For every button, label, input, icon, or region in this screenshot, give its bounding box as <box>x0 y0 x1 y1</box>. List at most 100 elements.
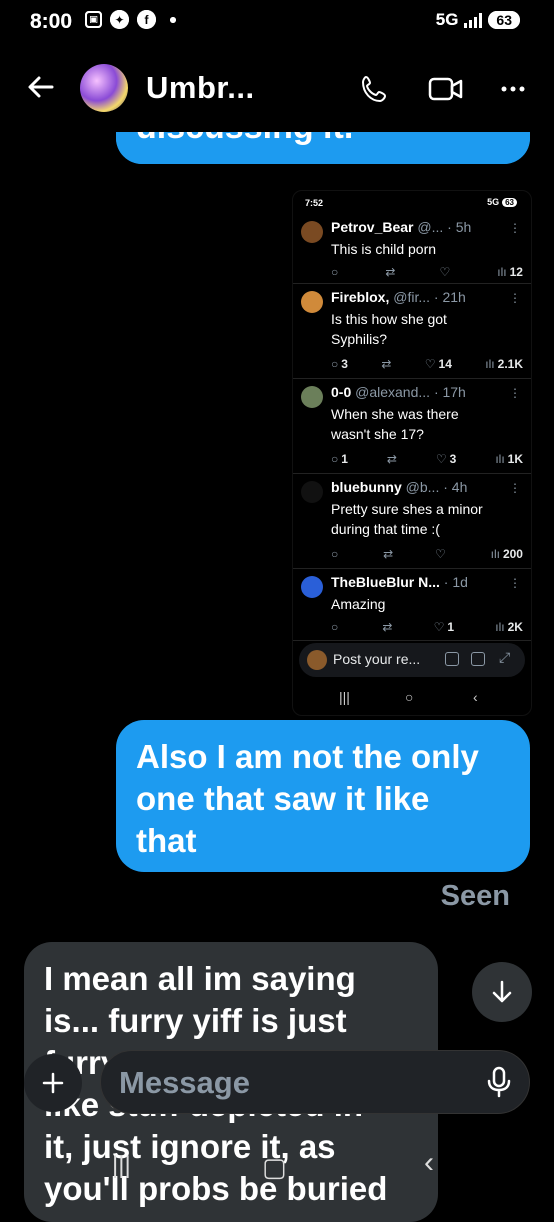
reply-text: This is child porn <box>331 241 437 257</box>
reply-text: Is this how she got Syphilis? <box>331 311 447 347</box>
reply-icon: ○ <box>331 620 339 634</box>
reply-text: Pretty sure shes a minor during that time… <box>331 501 483 537</box>
retweet-icon: ⇄ <box>386 452 397 466</box>
message-line: is... furry yiff is just <box>44 1002 347 1039</box>
header-layer: 8:00 ▣ ✦ f 5G 63 Umbr... <box>0 0 554 132</box>
reply-author: Fireblox, @fir... · 21h <box>331 289 466 305</box>
reply-actions: ○ ⇄ ♡ 1 ılı 2K <box>331 620 523 634</box>
views-icon: ılı 1K <box>495 452 523 466</box>
status-right: 5G 63 <box>436 10 520 30</box>
network-type: 5G <box>435 10 459 29</box>
like-icon: ♡ 1 <box>433 620 455 634</box>
reply-item: Fireblox, @fir... · 21h ⋮ Is this how sh… <box>293 283 531 379</box>
message-line: that <box>136 822 197 859</box>
reply-avatar <box>301 221 323 243</box>
views-icon: ılı 2.1K <box>485 357 523 371</box>
screenshot-status-bar: 7:52 5G 63 <box>293 191 531 213</box>
screenshot-notification-icon: ▣ <box>85 11 102 28</box>
more-options-icon[interactable] <box>498 74 528 104</box>
gif-icon <box>471 652 485 666</box>
like-icon: ♡ 3 <box>435 452 457 466</box>
retweet-icon: ⇄ <box>382 620 393 634</box>
back-icon: ‹ <box>473 689 478 705</box>
video-call-icon[interactable] <box>428 74 464 104</box>
views-icon: ılı 12 <box>497 265 523 279</box>
shared-screenshot-image[interactable]: 7:52 5G 63 Petrov_Bear @... · 5h ⋮ This … <box>292 190 532 716</box>
plus-icon <box>42 1072 64 1094</box>
message-placeholder: Message <box>119 1065 250 1100</box>
nav-back-icon[interactable]: ‹ <box>424 1146 434 1180</box>
signal-icon <box>464 12 483 28</box>
retweet-icon: ⇄ <box>381 357 392 371</box>
more-notifications-dot <box>170 16 176 23</box>
reply-more-icon: ⋮ <box>509 386 521 400</box>
retweet-icon: ⇄ <box>383 547 394 561</box>
facebook-notification-icon: f <box>137 10 156 29</box>
contact-avatar[interactable] <box>80 64 128 112</box>
recent-apps-icon[interactable]: ||| <box>112 1152 131 1180</box>
message-text: discussing it. <box>136 132 353 147</box>
reply-actions: ○ ⇄ ♡ ılı 200 <box>331 547 523 561</box>
battery-indicator: 63 <box>488 11 520 29</box>
system-navigation-bar: ||| ▢ ‹ <box>0 1140 554 1200</box>
screenshot-reply-composer: Post your re... ⤢ <box>299 643 525 677</box>
like-icon: ♡ <box>439 265 451 279</box>
reply-author: 0-0 @alexand... · 17h <box>331 384 466 400</box>
reply-actions: ○ 1 ⇄ ♡ 3 ılı 1K <box>331 452 523 466</box>
like-icon: ♡ 14 <box>424 357 452 371</box>
reply-avatar <box>301 481 323 503</box>
reply-item: bluebunny @b... · 4h ⋮ Pretty sure shes … <box>293 473 531 569</box>
reply-author: bluebunny @b... · 4h <box>331 479 468 495</box>
scroll-to-bottom-button[interactable] <box>472 962 532 1022</box>
message-input[interactable]: Message <box>100 1050 530 1114</box>
message-line: one that saw it like <box>136 780 430 817</box>
reply-avatar <box>301 386 323 408</box>
reply-item: 0-0 @alexand... · 17h ⋮ When she was the… <box>293 378 531 474</box>
status-bar-overlay: 8:00 ▣ ✦ f 5G 63 <box>0 0 554 44</box>
back-arrow-icon[interactable] <box>24 70 58 104</box>
reply-avatar <box>301 576 323 598</box>
reply-icon: ○ <box>331 265 339 279</box>
expand-icon: ⤢ <box>499 649 511 665</box>
reply-author: TheBlueBlur N... · 1d <box>331 574 468 590</box>
home-icon[interactable]: ▢ <box>262 1152 287 1183</box>
views-icon: ılı 2K <box>495 620 523 634</box>
like-icon: ♡ <box>435 547 446 561</box>
home-icon: ○ <box>405 689 414 705</box>
reply-icon: ○ 3 <box>331 357 348 371</box>
message-line: Also I am not the only <box>136 738 479 775</box>
reply-text: When she was there wasn't she 17? <box>331 406 459 442</box>
sent-message-bubble[interactable]: Also I am not the only one that saw it l… <box>116 720 530 872</box>
reply-actions: ○ ⇄ ♡ ılı 12 <box>331 265 523 279</box>
reply-icon: ○ <box>331 547 339 561</box>
reply-more-icon: ⋮ <box>509 481 521 495</box>
reply-more-icon: ⋮ <box>509 576 521 590</box>
composer-placeholder: Post your re... <box>333 651 421 667</box>
microphone-icon[interactable] <box>485 1065 513 1099</box>
image-icon <box>445 652 459 666</box>
contact-name[interactable]: Umbr... <box>146 70 255 106</box>
recents-icon: ||| <box>339 689 350 705</box>
reply-item: TheBlueBlur N... · 1d ⋮ Amazing ○ ⇄ ♡ 1 ı… <box>293 568 531 641</box>
notification-icons: ▣ ✦ f <box>85 10 176 29</box>
sent-message-bubble-visible[interactable]: discussing it. <box>116 132 530 164</box>
add-attachment-button[interactable] <box>24 1054 82 1112</box>
screenshot-nav-bar: ||| ○ ‹ <box>293 685 531 715</box>
seen-status: Seen <box>440 880 510 912</box>
composer-avatar <box>307 650 327 670</box>
screenshot-status-right: 5G 63 <box>487 197 517 207</box>
reply-avatar <box>301 291 323 313</box>
arrow-down-icon <box>492 980 512 1003</box>
phone-call-icon[interactable] <box>360 74 390 104</box>
retweet-icon: ⇄ <box>385 265 396 279</box>
screenshot-time: 7:52 <box>305 198 324 208</box>
message-line: I mean all im saying <box>44 960 356 997</box>
reply-more-icon: ⋮ <box>509 291 521 305</box>
screenshot-battery: 63 <box>502 197 517 207</box>
reply-text: Amazing <box>331 596 386 612</box>
messenger-notification-icon: ✦ <box>110 10 129 29</box>
chat-header: Umbr... <box>0 52 554 124</box>
status-time: 8:00 <box>30 10 73 33</box>
reply-icon: ○ 1 <box>331 452 348 466</box>
reply-item: Petrov_Bear @... · 5h ⋮ This is child po… <box>293 213 531 284</box>
